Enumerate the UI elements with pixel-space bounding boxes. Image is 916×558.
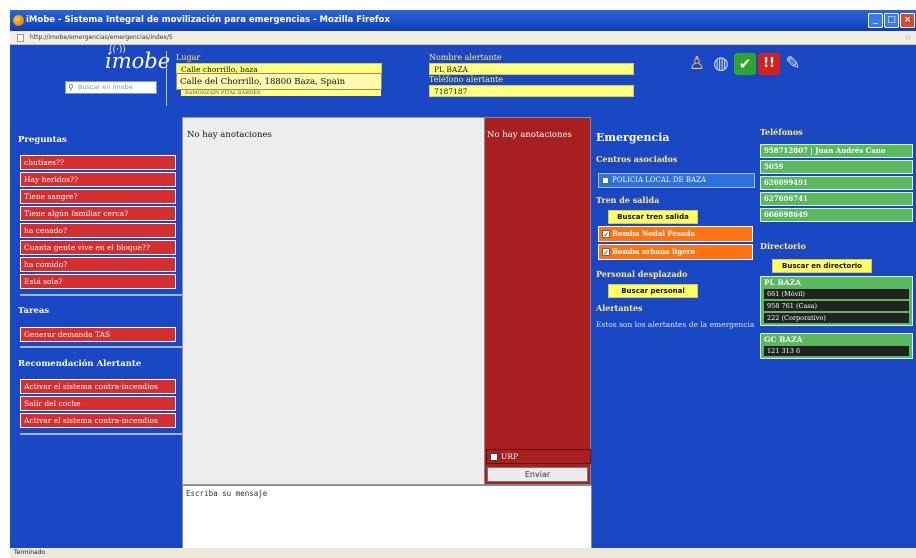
telefono-alertante-label: Teléfono alertante xyxy=(429,75,504,84)
centro-checkbox[interactable] xyxy=(602,177,609,184)
address-suggestion[interactable]: Calle del Chorrillo, 18800 Baza, Spain xyxy=(176,73,382,90)
pregunta-button[interactable]: chutiaes?? xyxy=(20,155,176,170)
tren-item[interactable]: ✓ Bomba urbana ligera xyxy=(598,244,753,260)
telefono-item[interactable]: 5059 xyxy=(760,160,913,174)
send-button[interactable]: Enviar xyxy=(487,467,588,482)
status-text: Terminado xyxy=(14,549,46,556)
tren-item[interactable]: ✓ Bomba Nodal Pesada xyxy=(598,226,753,242)
telefono-alertante-input[interactable]: 7187187 xyxy=(429,85,634,97)
pregunta-button[interactable]: Tiene algún familiar cerca? xyxy=(20,206,176,221)
page-icon xyxy=(17,34,24,42)
urgent-checkbox[interactable] xyxy=(490,453,498,461)
preguntas-title: Preguntas xyxy=(18,135,67,145)
close-icon[interactable]: × xyxy=(900,13,915,28)
annotations-empty-text: No hay anotaciones xyxy=(187,130,272,140)
tren-item-label: Bomba urbana ligera xyxy=(612,247,696,256)
directory-group: GC BAZA 121 313 6 xyxy=(760,333,913,359)
bookmark-star-icon[interactable]: ☆ xyxy=(904,31,912,45)
header-divider xyxy=(166,51,167,106)
recomendacion-button[interactable]: Salir del coche xyxy=(20,396,176,411)
telefono-item[interactable]: 606098649 xyxy=(760,208,913,222)
directory-entry[interactable]: 222 (Corporativo) xyxy=(764,313,909,323)
pregunta-button[interactable]: Cuanta gente vive en el bloque?? xyxy=(20,240,176,255)
centro-item[interactable]: POLICIA LOCAL DE BAZA xyxy=(598,173,755,188)
recomendacion-title: Recomendación Alertante xyxy=(18,359,142,369)
globe-icon[interactable]: ◍ xyxy=(710,53,732,75)
browser-window: iMobe - Sistema Integral de movilización… xyxy=(10,10,916,558)
pregunta-button[interactable]: Tiene sangre? xyxy=(20,189,176,204)
signal-icon: ((·)) xyxy=(109,45,126,55)
pregunta-button[interactable]: ha comido? xyxy=(20,257,176,272)
section-divider xyxy=(20,294,182,296)
search-icon: ⚲ xyxy=(68,83,74,92)
urgent-toggle[interactable]: URP xyxy=(486,449,591,464)
search-placeholder: Buscar en imobe xyxy=(78,83,133,91)
directory-group-name: GC BAZA xyxy=(764,335,803,344)
telefonos-label: Teléfonos xyxy=(760,127,803,137)
telefono-item[interactable]: 620099491 xyxy=(760,176,913,190)
tren-checkbox[interactable]: ✓ xyxy=(602,230,610,238)
personal-label: Personal desplazado xyxy=(596,269,688,279)
firefox-icon xyxy=(13,15,24,26)
directorio-label: Directorio xyxy=(760,241,806,251)
nombre-alertante-label: Nombre alertante xyxy=(429,53,502,62)
pen-icon[interactable]: ✎ xyxy=(782,53,804,75)
directory-entry[interactable]: 661 (Móvil) xyxy=(764,289,909,299)
directory-entry[interactable]: 121 313 6 xyxy=(764,346,909,356)
buscar-tren-button[interactable]: Buscar tren salida xyxy=(608,210,698,224)
imobe-logo[interactable]: ((·)) imobe xyxy=(105,45,170,73)
centros-label: Centros asociados xyxy=(596,154,678,164)
lugar-label: Lugar xyxy=(176,53,201,62)
urgent-annotations-panel[interactable]: No hay anotaciones xyxy=(484,117,591,485)
pregunta-button[interactable]: Hay heridos?? xyxy=(20,172,176,187)
person-info-icon[interactable]: ♙ xyxy=(686,53,708,75)
tren-label: Tren de salida xyxy=(596,195,660,205)
telefono-item[interactable]: 627606741 xyxy=(760,192,913,206)
alertantes-label: Alertantes xyxy=(596,303,643,313)
tren-checkbox[interactable]: ✓ xyxy=(602,248,610,256)
telefono-item[interactable]: 958712807 | Juan Andrés Cano xyxy=(760,144,913,158)
pregunta-button[interactable]: ha cenado? xyxy=(20,223,176,238)
buscar-personal-button[interactable]: Buscar personal xyxy=(608,284,698,298)
url-text[interactable]: http://imobe/emergencias/emergencias/ind… xyxy=(30,34,173,41)
window-titlebar: iMobe - Sistema Integral de movilización… xyxy=(10,10,916,31)
address-tail: RAMONZAIN PITAL BARNES xyxy=(181,90,381,96)
urgent-annotations-empty-text: No hay anotaciones xyxy=(487,130,572,140)
address-bar[interactable]: http://imobe/emergencias/emergencias/ind… xyxy=(10,31,916,45)
nombre-alertante-input[interactable]: PL BAZA xyxy=(429,63,634,75)
urgent-label: URP xyxy=(501,452,519,461)
section-divider xyxy=(20,346,182,348)
alertantes-text: Estos son los alertantes de la emergenci… xyxy=(596,320,755,329)
buscar-directorio-button[interactable]: Buscar en directorio xyxy=(772,259,872,273)
app-area: ((·)) imobe ⚲ Buscar en imobe Lugar Call… xyxy=(10,45,916,550)
message-input[interactable]: Escriba su mensaje xyxy=(182,485,592,550)
maximize-icon[interactable]: □ xyxy=(884,13,899,28)
pregunta-button[interactable]: Está sola? xyxy=(20,274,176,289)
emergency-title: Emergencia xyxy=(596,131,670,144)
recomendacion-button[interactable]: Activar el sistema contra-incendios xyxy=(20,413,176,428)
alert-icon[interactable]: !! xyxy=(758,53,780,75)
tren-item-label: Bomba Nodal Pesada xyxy=(612,229,695,238)
window-title: iMobe - Sistema Integral de movilización… xyxy=(26,15,390,25)
annotations-panel[interactable]: No hay anotaciones xyxy=(182,117,485,485)
tarea-button[interactable]: Generar demanda TAS xyxy=(20,327,176,342)
directory-group-name: PL BAZA xyxy=(764,278,801,287)
message-placeholder: Escriba su mensaje xyxy=(186,489,268,498)
minimize-icon[interactable]: _ xyxy=(868,13,883,28)
centro-label: POLICIA LOCAL DE BAZA xyxy=(612,176,707,184)
tareas-title: Tareas xyxy=(18,306,50,316)
recomendacion-button[interactable]: Activar el sistema contra-incendios xyxy=(20,379,176,394)
check-icon[interactable]: ✔ xyxy=(734,53,756,75)
search-input[interactable]: ⚲ Buscar en imobe xyxy=(65,81,157,94)
section-divider xyxy=(20,433,182,435)
directory-entry[interactable]: 958 761 (Casa) xyxy=(764,301,909,311)
status-bar: Terminado xyxy=(10,548,916,558)
directory-group: PL BAZA 661 (Móvil) 958 761 (Casa) 222 (… xyxy=(760,276,913,326)
